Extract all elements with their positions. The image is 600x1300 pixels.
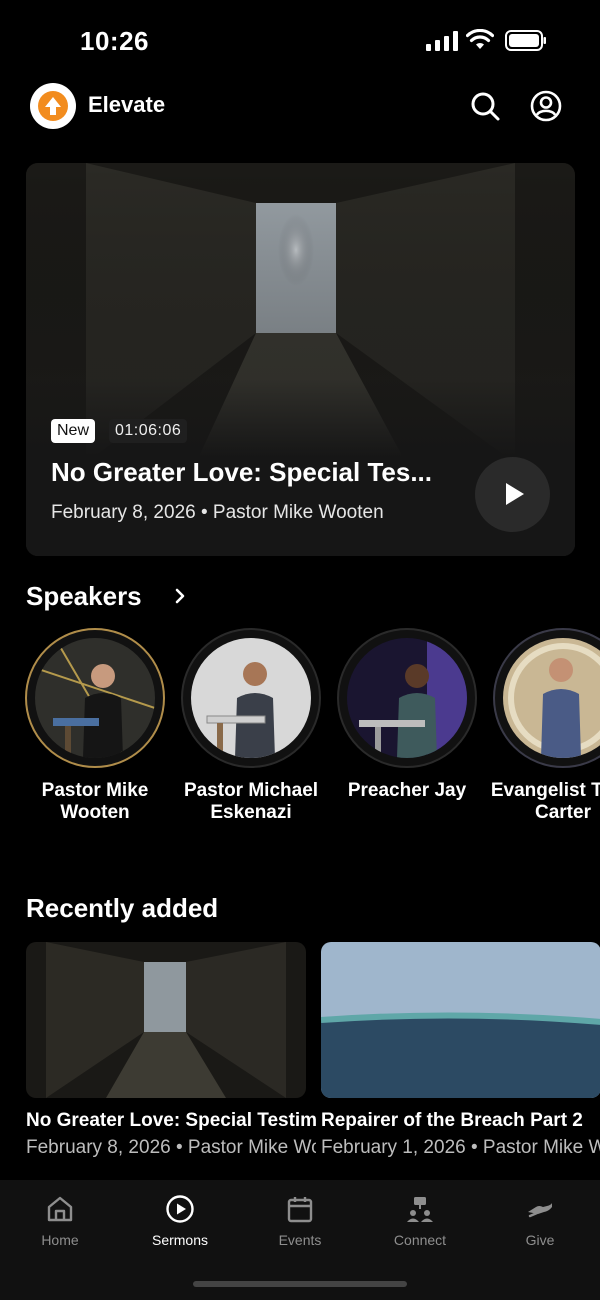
home-icon (47, 1196, 73, 1222)
sermon-thumbnail (321, 942, 600, 1098)
sermon-card-title: No Greater Love: Special Testimony (26, 1110, 316, 1131)
sermon-thumbnail (26, 942, 306, 1098)
speaker-avatar (191, 638, 311, 758)
sermon-card-meta: February 1, 2026 • Pastor Mike Wooten (321, 1137, 600, 1158)
signal-icon (426, 31, 458, 51)
sermon-card-meta: February 8, 2026 • Pastor Mike Wooten (26, 1137, 316, 1158)
featured-sermon-meta: February 8, 2026 • Pastor Mike Wooten (51, 502, 384, 523)
play-circle-icon (166, 1195, 194, 1223)
duration-badge: 01:06:06 (109, 419, 188, 443)
speaker-avatar (35, 638, 155, 758)
status-bar: 10:26 (0, 0, 600, 80)
tab-sermons[interactable]: Sermons (120, 1194, 240, 1248)
featured-sermon-card[interactable]: New 01:06:06 No Greater Love: Special Te… (26, 163, 575, 556)
hand-heart-icon (528, 1203, 552, 1218)
recently-added-heading: Recently added (26, 893, 219, 923)
profile-icon[interactable] (530, 90, 562, 122)
tab-label: Events (278, 1232, 322, 1248)
tab-connect[interactable]: Connect (360, 1194, 480, 1248)
wifi-icon (466, 29, 494, 49)
speaker-avatar (347, 638, 467, 758)
tab-events[interactable]: Events (240, 1194, 360, 1248)
chevron-right-icon[interactable] (170, 586, 190, 606)
tab-label: Give (525, 1232, 555, 1248)
tab-label: Home (41, 1232, 79, 1248)
speakers-carousel[interactable]: Pastor Mike Wooten Pastor Michael Eskena… (0, 628, 600, 858)
calendar-icon (287, 1197, 313, 1223)
tab-label: Connect (393, 1232, 447, 1248)
app-header: Elevate (0, 80, 600, 140)
battery-icon (505, 30, 546, 51)
new-badge: New (51, 419, 96, 443)
play-button[interactable] (475, 457, 550, 532)
people-icon (407, 1197, 433, 1222)
speaker-avatar (503, 638, 600, 758)
sermon-card-title: Repairer of the Breach Part 2 (321, 1110, 583, 1131)
app-logo[interactable] (30, 83, 76, 129)
speaker-name: Pastor Mike Wooten (41, 780, 149, 823)
speaker-name: Pastor Michael Eskenazi (183, 780, 319, 823)
elevate-logo-icon (38, 91, 68, 121)
play-icon (506, 483, 524, 505)
search-icon[interactable] (469, 90, 501, 122)
tab-home[interactable]: Home (0, 1194, 120, 1248)
speaker-name: Evangelist Tyler Carter (490, 780, 600, 823)
recently-added-carousel[interactable]: No Greater Love: Special Testimony Febru… (0, 942, 600, 1162)
featured-sermon-title: No Greater Love: Special Tes... (51, 457, 432, 487)
tab-give[interactable]: Give (480, 1194, 600, 1248)
tab-label: Sermons (151, 1232, 209, 1248)
status-time: 10:26 (80, 26, 149, 56)
app-title: Elevate (88, 92, 166, 117)
home-indicator (193, 1281, 407, 1287)
speaker-name: Preacher Jay (347, 780, 467, 801)
speakers-heading[interactable]: Speakers (26, 581, 142, 612)
